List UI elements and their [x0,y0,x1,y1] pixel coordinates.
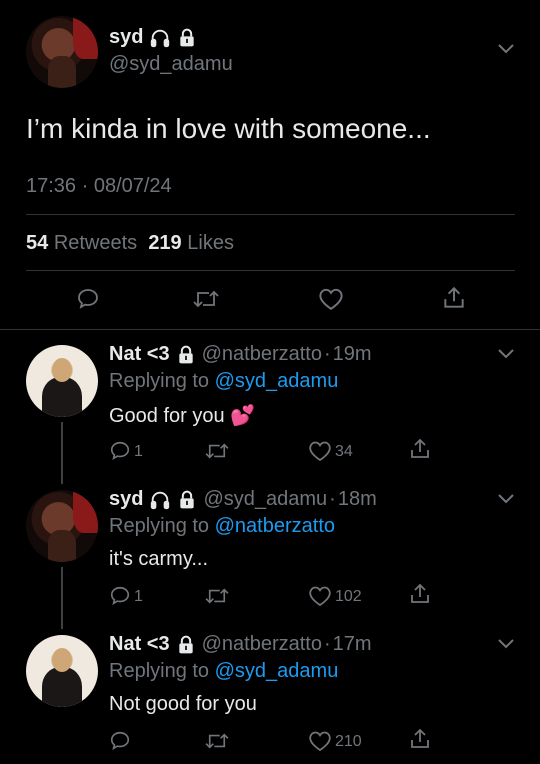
reply-author-name[interactable]: Nat <3 [109,633,170,656]
reply-icon[interactable] [109,585,131,607]
replying-label: Replying to [109,660,210,682]
reply-author-handle[interactable]: @natberzatto [202,633,322,656]
reply-count: 1 [134,443,143,460]
reply-author-handle[interactable]: @syd_adamu [203,488,327,511]
chevron-down-icon[interactable] [497,42,515,54]
like-count: 219 [148,232,182,254]
share-icon[interactable] [441,285,467,311]
retweet-icon[interactable] [204,731,230,751]
share-icon[interactable] [408,437,432,461]
thread-line [61,422,63,484]
reply-header: Nat <3 @natberzatto · 17m [109,633,372,656]
retweet-icon[interactable] [204,441,230,461]
lock-icon [177,28,197,48]
lock-icon [176,345,196,365]
author-row: syd [109,26,197,49]
chevron-down-icon[interactable] [497,637,515,649]
headphones-icon [149,27,171,49]
heart-icon[interactable] [308,585,332,607]
reply-time[interactable]: 19m [333,343,372,366]
chevron-down-icon[interactable] [497,492,515,504]
reply-text: Good for you 💕 [109,405,256,427]
separator-dot: · [323,633,331,655]
replying-to: Replying to @syd_adamu [109,370,338,393]
retweet-icon[interactable] [192,288,220,310]
engagement-stats: 54 Retweets 219 Likes [26,232,234,255]
reply-header: Nat <3 @natberzatto · 19m [109,343,372,366]
tweet-timestamp[interactable]: 17:36 · 08/07/24 [26,175,172,198]
avatar[interactable] [26,345,98,417]
reply-icon[interactable] [109,440,131,462]
reply-time[interactable]: 18m [338,488,377,511]
replying-to-link[interactable]: @syd_adamu [215,660,339,682]
reply-icon[interactable] [109,730,131,752]
reply-author-handle[interactable]: @natberzatto [202,343,322,366]
heart-icon[interactable] [318,287,344,311]
thread-line [61,567,63,629]
like-count: 34 [335,443,353,460]
separator-dot: · [323,343,331,365]
like-label: Likes [187,232,234,254]
share-icon[interactable] [408,582,432,606]
lock-icon [177,490,197,510]
lock-icon [176,635,196,655]
avatar[interactable] [26,490,98,562]
avatar[interactable] [26,635,98,707]
heart-icon[interactable] [308,440,332,462]
likes-stat[interactable]: 219 Likes [148,232,234,254]
divider [26,270,515,271]
reply-icon[interactable] [76,287,100,311]
reply-time[interactable]: 17m [333,633,372,656]
avatar[interactable] [26,16,98,88]
divider [0,329,540,330]
reply-text: it's carmy... [109,548,209,570]
heart-icon[interactable] [308,730,332,752]
headphones-icon [149,489,171,511]
replying-to: Replying to @syd_adamu [109,660,338,683]
reply-count: 1 [134,588,143,605]
like-count: 102 [335,588,362,605]
reply-author-name[interactable]: syd [109,488,143,511]
divider [26,214,515,215]
tweet-text: I’m kinda in love with someone... [26,113,431,144]
replying-to-link[interactable]: @syd_adamu [215,370,339,392]
author-handle[interactable]: @syd_adamu [109,53,233,76]
retweet-icon[interactable] [204,586,230,606]
author-name[interactable]: syd [109,26,143,49]
replying-label: Replying to [109,370,210,392]
like-count: 210 [335,733,362,750]
share-icon[interactable] [408,727,432,751]
retweets-stat[interactable]: 54 Retweets [26,232,137,254]
chevron-down-icon[interactable] [497,347,515,359]
retweet-count: 54 [26,232,49,254]
reply-text: Not good for you [109,693,257,715]
replying-to: Replying to @natberzatto [109,515,335,538]
replying-to-link[interactable]: @natberzatto [215,515,335,537]
retweet-label: Retweets [53,232,138,254]
reply-author-name[interactable]: Nat <3 [109,343,170,366]
reply-header: syd @syd_adamu · 18m [109,488,377,511]
separator-dot: · [329,488,336,510]
replying-label: Replying to [109,515,210,537]
